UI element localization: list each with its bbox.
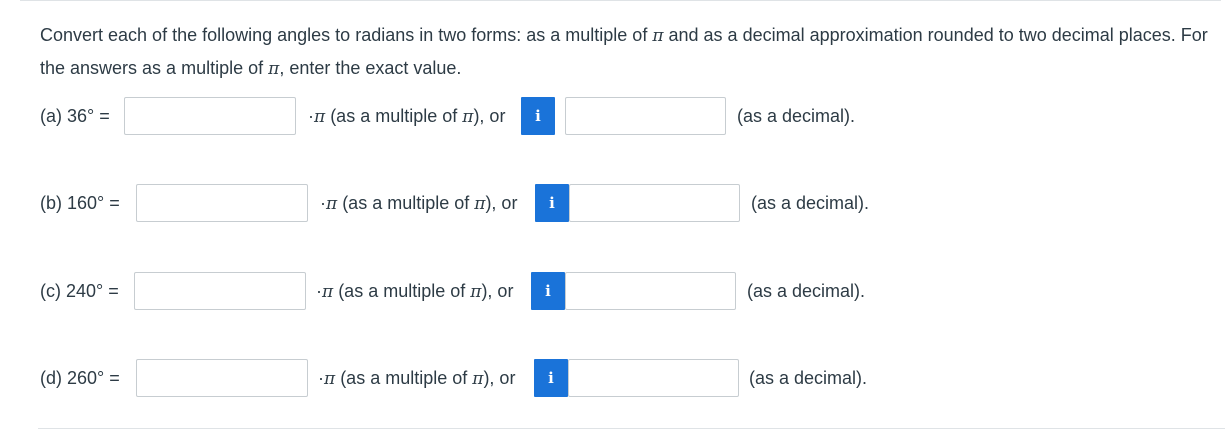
info-glyph: i [548, 369, 554, 387]
pi-symbol: π [472, 369, 484, 389]
angle-label: (d) 260° = [40, 368, 120, 388]
angle-label: (c) 240° = [40, 281, 119, 301]
multiple-text: (as a multiple of [333, 281, 471, 301]
multiple-of-pi-input[interactable] [136, 359, 308, 397]
decimal-suffix: (as a decimal). [737, 106, 856, 126]
decimal-suffix: (as a decimal). [747, 281, 866, 301]
multiple-of-pi-label: ·π (as a multiple of π), or [316, 270, 513, 313]
multiple-text: (as a multiple of [337, 193, 475, 213]
or-text: ), or [481, 281, 514, 301]
pi-symbol: π [474, 194, 486, 214]
decimal-suffix: (as a decimal). [749, 368, 868, 388]
pi-symbol: π [322, 282, 334, 302]
question-instructions: Convert each of the following angles to … [40, 19, 1210, 85]
pi-symbol: π [324, 369, 336, 389]
decimal-suffix: (as a decimal). [751, 193, 870, 213]
pi-symbol: π [462, 107, 474, 127]
info-icon[interactable]: i [535, 184, 569, 222]
angle-label: (a) 36° = [40, 106, 110, 126]
pi-symbol: π [268, 59, 280, 79]
info-glyph: i [545, 282, 551, 300]
decimal-input[interactable] [569, 184, 740, 222]
multiple-text: (as a multiple of [335, 368, 473, 388]
instructions-text-1: Convert each of the following angles to … [40, 25, 653, 45]
angle-label: (b) 160° = [40, 193, 120, 213]
pi-symbol: π [314, 107, 326, 127]
multiple-of-pi-input[interactable] [136, 184, 308, 222]
multiple-text: (as a multiple of [325, 106, 463, 126]
bottom-divider [38, 428, 1225, 429]
pi-symbol: π [326, 194, 338, 214]
multiple-of-pi-label: ·π (as a multiple of π), or [318, 357, 515, 400]
or-text: ), or [473, 106, 506, 126]
info-glyph: i [535, 107, 541, 125]
top-divider [20, 0, 1221, 1]
multiple-of-pi-input[interactable] [134, 272, 306, 310]
pi-symbol: π [470, 282, 482, 302]
multiple-of-pi-label: ·π (as a multiple of π), or [308, 95, 505, 138]
decimal-input[interactable] [568, 359, 739, 397]
or-text: ), or [483, 368, 516, 388]
instructions-text-3: , enter the exact value. [279, 58, 462, 78]
pi-symbol: π [652, 26, 664, 46]
multiple-of-pi-input[interactable] [124, 97, 296, 135]
decimal-input[interactable] [565, 97, 726, 135]
info-icon[interactable]: i [531, 272, 565, 310]
or-text: ), or [485, 193, 518, 213]
info-icon[interactable]: i [534, 359, 568, 397]
info-glyph: i [549, 194, 555, 212]
decimal-input[interactable] [565, 272, 736, 310]
multiple-of-pi-label: ·π (as a multiple of π), or [320, 182, 517, 225]
info-icon[interactable]: i [521, 97, 555, 135]
